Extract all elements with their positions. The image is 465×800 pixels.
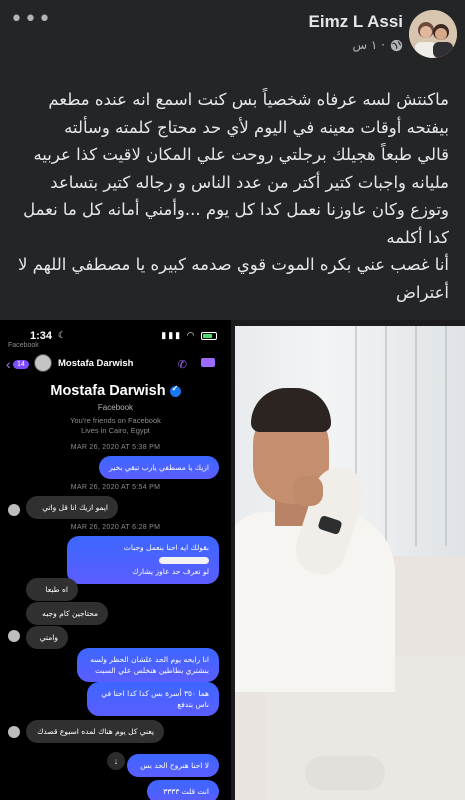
profile-friends: You're friends on Facebook bbox=[70, 416, 161, 425]
message-line: بنشتري بطاطين هنخلص علي السبت bbox=[95, 666, 209, 675]
scroll-down-button[interactable]: ↓ bbox=[107, 752, 125, 770]
message-bubble: لا احنا هنروح الحد بس bbox=[127, 754, 219, 777]
message-bubble: وامتي bbox=[26, 626, 68, 649]
post-photos: 1:34 ☾ ▮▮▮ ◠ Facebook ‹ 14 Mostafa Darwi… bbox=[0, 320, 465, 800]
post-text-line: ماكنتش لسه عرفاه شخصياً بس كنت اسمع انه … bbox=[48, 90, 449, 109]
sender-avatar bbox=[8, 504, 20, 516]
globe-icon bbox=[390, 39, 403, 51]
message-bubble: انا رايحه يوم الحد علشان الحظر ولسه بنشت… bbox=[77, 648, 219, 682]
contact-avatar bbox=[34, 354, 52, 372]
message-bubble: اه طبعا bbox=[26, 578, 78, 601]
post-text-line: أعتراض bbox=[395, 282, 449, 302]
message-line: بقولك ايه احنا بنعمل وجبات bbox=[77, 542, 209, 566]
profile-source: Facebook bbox=[97, 403, 134, 412]
window-blind bbox=[385, 326, 387, 546]
profile-name-row: Mostafa Darwish bbox=[50, 383, 181, 399]
message-line: لو تعرف حد عاوز يشارك bbox=[132, 567, 209, 576]
sender-avatar bbox=[8, 726, 20, 738]
phone-call-icon: ✆ bbox=[177, 359, 187, 371]
sender-avatar bbox=[8, 630, 20, 642]
message-line: هما ٣٥٠ أسرة بس كدا كدا احنا في bbox=[101, 689, 209, 698]
post-text-line: أنا غصب عني بكره الموت قوي صدمه كبيره يا… bbox=[18, 255, 449, 274]
chat-timestamp: MAR 26, 2020 AT 5:38 PM bbox=[70, 444, 161, 451]
post-text-line: كدا أكلمه bbox=[386, 227, 449, 247]
status-time: 1:34 bbox=[30, 330, 53, 342]
chat-timestamp: MAR 26, 2020 AT 5:54 PM bbox=[70, 484, 161, 491]
portrait-photo[interactable] bbox=[235, 326, 465, 800]
post-meta: ١ س · bbox=[309, 38, 403, 52]
message-line: ناس بتدفع bbox=[177, 700, 209, 709]
author-avatar[interactable] bbox=[409, 10, 457, 58]
message-bubble: بقولك ايه احنا بنعمل وجبات لو تعرف حد عا… bbox=[67, 536, 219, 584]
back-to-app-label: Facebook bbox=[8, 342, 39, 349]
message-bubble: يعني كل يوم هناك لمده اسبوع قصدك bbox=[26, 720, 164, 743]
post-text-line: قالي طبعاً هجيلك برجلتي روحت علي المكان … bbox=[33, 145, 449, 164]
chat-timestamp: MAR 26, 2020 AT 6:28 PM bbox=[70, 524, 161, 531]
post-text-line: وتوزع وكان عاوزنا نعمل كدا كل يوم ...وأم… bbox=[23, 200, 449, 219]
profile-info: You're friends on Facebook Lives in Cair… bbox=[0, 416, 231, 436]
battery-icon bbox=[201, 331, 217, 340]
message-bubble: انت قلت ٣٣٣٣ bbox=[147, 780, 219, 800]
message-bubble: محتاجين كام وجبه bbox=[26, 602, 108, 625]
messenger-screenshot-photo[interactable]: 1:34 ☾ ▮▮▮ ◠ Facebook ‹ 14 Mostafa Darwi… bbox=[0, 320, 231, 800]
contact-name: Mostafa Darwish bbox=[58, 358, 134, 369]
profile-location: Lives in Cairo, Egypt bbox=[81, 426, 150, 435]
post-text: ماكنتش لسه عرفاه شخصياً بس كنت اسمع انه … bbox=[4, 86, 449, 306]
more-options-icon[interactable]: ••• bbox=[10, 9, 51, 38]
profile-name: Mostafa Darwish bbox=[50, 383, 166, 399]
signal-icon: ▮▮▮ ◠ bbox=[161, 330, 217, 341]
status-bar: 1:34 ☾ ▮▮▮ ◠ bbox=[0, 320, 231, 344]
man-hand bbox=[293, 476, 323, 506]
post-text-line: بيفتحه أوقات معينه في اليوم لأي حد محتاج… bbox=[64, 117, 449, 137]
author-name[interactable]: Eimz L Assi bbox=[309, 12, 403, 32]
message-bubble: هما ٣٥٠ أسرة بس كدا كدا احنا في ناس بتدف… bbox=[87, 682, 219, 716]
moon-icon: ☾ bbox=[58, 330, 67, 340]
post-author-block: Eimz L Assi ١ س · bbox=[309, 12, 403, 52]
window-blind bbox=[445, 326, 447, 546]
message-bubble: ايمو ازيك انا قل واتي bbox=[26, 496, 118, 519]
message-line: انا رايحه يوم الحد علشان الحظر ولسه bbox=[90, 655, 209, 664]
man-shoe bbox=[305, 756, 385, 790]
back-arrow-icon: ‹ bbox=[6, 356, 11, 372]
chat-header: ‹ 14 Mostafa Darwish ✆ bbox=[0, 350, 231, 380]
chat-profile-card: Mostafa Darwish Facebook You're friends … bbox=[0, 382, 231, 436]
message-bubble: ازيك يا مصطفي يارب تبقي بخير bbox=[99, 456, 219, 479]
video-call-icon bbox=[201, 358, 215, 367]
post-text-line: مليانه واجبات كتير أكتر من عدد الناس و ر… bbox=[50, 172, 449, 192]
facebook-post: ••• Eimz L Assi ١ س · ماكنتش لسه عرفاه ش… bbox=[0, 0, 465, 800]
message-text: بقولك ايه احنا بنعمل وجبات bbox=[123, 543, 209, 552]
redaction-mark bbox=[159, 556, 209, 564]
window-blind bbox=[415, 326, 417, 546]
verified-icon bbox=[169, 384, 181, 397]
post-time[interactable]: ١ س · bbox=[352, 38, 385, 52]
unread-badge: 14 bbox=[13, 360, 29, 369]
